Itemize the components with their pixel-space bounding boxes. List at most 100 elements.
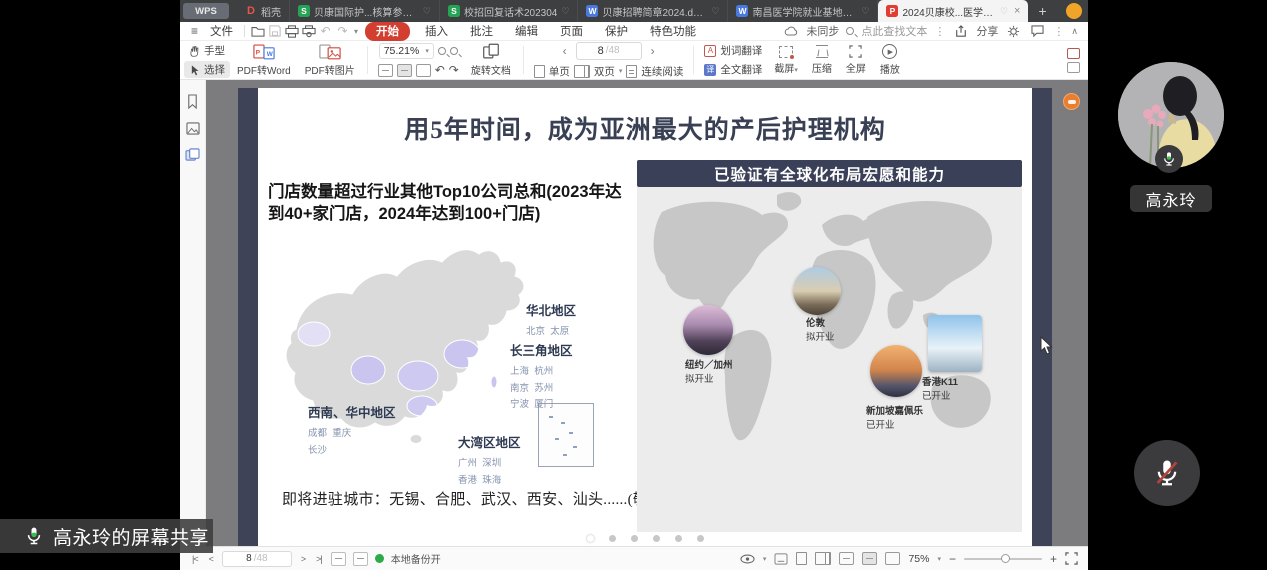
more-icon[interactable]: ⋮: [934, 25, 945, 38]
page-number-input[interactable]: 8/48: [576, 42, 642, 60]
zoom-slider[interactable]: [964, 558, 1042, 560]
actual-size-icon[interactable]: [885, 552, 900, 565]
undo-icon[interactable]: ↶: [317, 24, 334, 39]
rotate-left-icon[interactable]: ↶: [435, 63, 445, 77]
menu-tab-home[interactable]: 开始: [365, 22, 410, 41]
more-icon[interactable]: ⋮: [1053, 25, 1064, 38]
word-translate-button[interactable]: A 划词翻译: [699, 42, 767, 59]
eye-protect-icon[interactable]: [740, 554, 755, 564]
self-mute-button[interactable]: [1134, 440, 1200, 506]
prev-page-icon[interactable]: <: [207, 554, 215, 564]
document-area[interactable]: 用5年时间，成为亚洲最大的产后护理机构 门店数量超过行业其他Top10公司总和(…: [206, 80, 1088, 546]
save-icon[interactable]: [266, 24, 283, 39]
account-avatar[interactable]: [1066, 3, 1082, 19]
zoom-slider-thumb[interactable]: [1001, 554, 1010, 563]
file-menu[interactable]: 文件: [203, 23, 240, 39]
page-dot[interactable]: [697, 535, 704, 542]
menu-tab-protect[interactable]: 保护: [594, 23, 639, 39]
page-dot[interactable]: [675, 535, 682, 542]
menu-tab-comment[interactable]: 批注: [459, 23, 504, 39]
backup-status-label[interactable]: 本地备份开: [391, 551, 441, 566]
chevron-down-icon[interactable]: ▾: [763, 555, 767, 563]
rotate-right-icon[interactable]: ↷: [449, 63, 459, 77]
print-icon[interactable]: [283, 24, 300, 39]
fit-page-icon[interactable]: [378, 64, 393, 77]
zoom-out-button[interactable]: −: [949, 552, 956, 566]
pdf-to-image-button[interactable]: PDF转图片: [298, 43, 362, 77]
hand-mode-icon[interactable]: [774, 553, 788, 565]
hamburger-icon[interactable]: ≡: [186, 24, 203, 38]
cloud-sync-icon[interactable]: [782, 24, 799, 39]
tab-sheet-1[interactable]: S 贝康国际护...核算参照表 ♡: [290, 0, 440, 22]
open-folder-icon[interactable]: [249, 24, 266, 39]
close-tab-icon[interactable]: ×: [1014, 5, 1020, 17]
page-dot[interactable]: [587, 535, 594, 542]
comment-bubble-icon[interactable]: [1029, 24, 1046, 39]
tab-doc-1[interactable]: W 贝康招聘简章2024.docx ♡: [578, 0, 728, 22]
share-label[interactable]: 分享: [976, 23, 998, 39]
chevron-down-icon[interactable]: ▾: [351, 27, 361, 36]
zoom-out-icon[interactable]: [438, 47, 446, 55]
convert-mini-icon[interactable]: [1067, 48, 1080, 59]
search-icon[interactable]: [846, 27, 854, 35]
page-number-input[interactable]: 8/48: [222, 551, 292, 567]
collapse-ribbon-icon[interactable]: ∧: [1071, 26, 1078, 37]
zoom-level[interactable]: 75%: [908, 553, 929, 565]
menu-tab-insert[interactable]: 插入: [414, 23, 459, 39]
tab-sheet-2[interactable]: S 校招回复话术202304 ♡: [440, 0, 578, 22]
next-page-icon[interactable]: >: [299, 554, 307, 564]
find-text-hint[interactable]: 点此查找文本: [861, 23, 927, 39]
single-page-icon[interactable]: [534, 65, 545, 78]
single-page-icon[interactable]: [796, 552, 807, 565]
favorite-icon[interactable]: ♡: [561, 6, 569, 17]
sync-status[interactable]: 未同步: [806, 23, 839, 39]
favorite-icon[interactable]: ♡: [1000, 6, 1008, 17]
menu-tab-features[interactable]: 特色功能: [639, 23, 707, 39]
select-tool[interactable]: 选择: [184, 61, 230, 78]
double-page-icon[interactable]: [815, 552, 826, 565]
tab-docer[interactable]: D 稻壳: [237, 0, 290, 22]
page-thumbnails-icon[interactable]: [185, 148, 200, 161]
continuous-read-icon[interactable]: [626, 65, 637, 78]
hand-tool[interactable]: 手型: [184, 42, 230, 59]
image-annotation-icon[interactable]: [186, 122, 200, 135]
page-dot[interactable]: [609, 535, 616, 542]
first-page-icon[interactable]: |<: [190, 554, 200, 564]
fit-width-icon[interactable]: [862, 552, 877, 565]
fullscreen-icon[interactable]: [1065, 552, 1078, 565]
rotate-document-button[interactable]: 旋转文档: [464, 43, 518, 77]
zoom-in-button[interactable]: +: [1050, 552, 1057, 566]
tab-pdf-active[interactable]: P 2024贝康校...医学院.pdf ♡ ×: [878, 0, 1028, 22]
compress-button[interactable]: 压缩: [805, 45, 839, 75]
fullscreen-button[interactable]: 全屏: [839, 45, 873, 75]
favorite-icon[interactable]: ♡: [423, 6, 431, 17]
favorite-icon[interactable]: ♡: [861, 6, 869, 17]
next-view-icon[interactable]: [353, 552, 368, 566]
share-icon[interactable]: [952, 24, 969, 39]
menu-tab-page[interactable]: 页面: [549, 23, 594, 39]
actual-size-icon[interactable]: [416, 64, 431, 77]
last-page-icon[interactable]: >|: [314, 554, 324, 564]
prev-view-icon[interactable]: [331, 552, 346, 566]
screenshot-button[interactable]: 截屏▾: [767, 46, 805, 75]
gear-icon[interactable]: [1005, 24, 1022, 39]
zoom-level-dropdown[interactable]: 75.21%▾: [379, 43, 434, 59]
full-translate-button[interactable]: 译 全文翻译: [699, 61, 767, 78]
favorite-icon[interactable]: ♡: [711, 6, 719, 17]
wps-assistant-button[interactable]: [1063, 93, 1080, 110]
play-button[interactable]: ▶ 播放: [873, 44, 907, 76]
fit-page-icon[interactable]: [839, 552, 854, 565]
fit-width-icon[interactable]: [397, 64, 412, 77]
pdf-to-word-button[interactable]: PW PDF转Word: [230, 43, 298, 77]
bookmark-icon[interactable]: [186, 94, 199, 109]
print-preview-icon[interactable]: [300, 24, 317, 39]
zoom-in-icon[interactable]: [450, 47, 458, 55]
page-dot[interactable]: [631, 535, 638, 542]
wps-logo[interactable]: WPS: [183, 3, 229, 19]
tab-doc-2[interactable]: W 南昌医学院就业基地协议 ♡: [728, 0, 878, 22]
page-dot[interactable]: [653, 535, 660, 542]
chevron-down-icon[interactable]: ▾: [937, 555, 941, 563]
double-page-icon[interactable]: [574, 65, 585, 78]
new-tab-button[interactable]: +: [1028, 3, 1056, 19]
pdf-mini-icon[interactable]: [1067, 62, 1080, 73]
